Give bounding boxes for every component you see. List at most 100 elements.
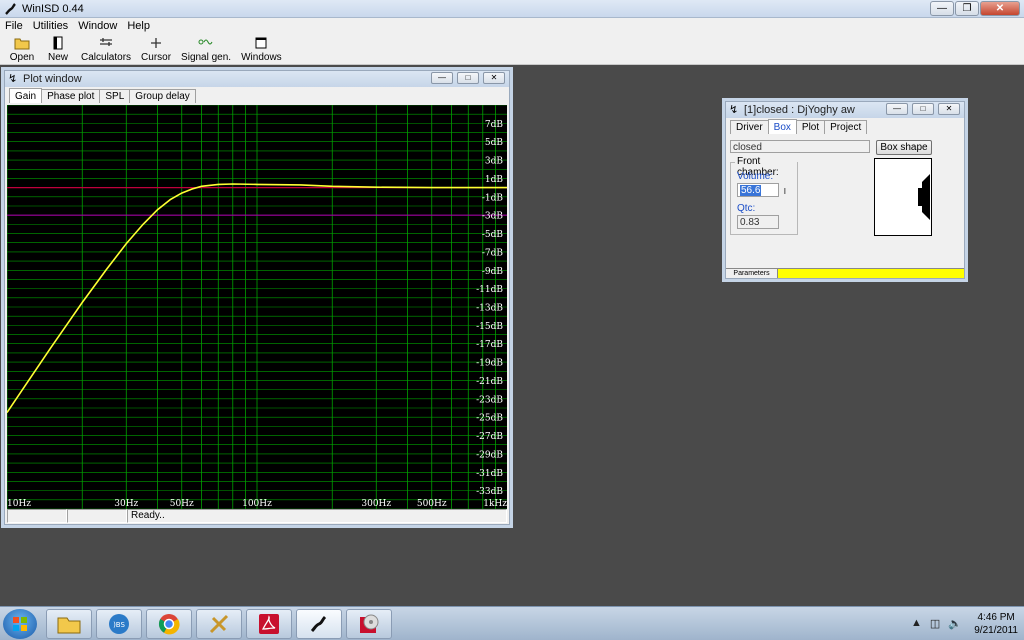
y-tick-label: -21dB xyxy=(476,377,503,387)
tab-driver[interactable]: Driver xyxy=(730,120,769,134)
menu-utilities[interactable]: Utilities xyxy=(28,18,73,34)
menubar: File Utilities Window Help xyxy=(0,18,1024,34)
box-close-button[interactable]: ✕ xyxy=(938,103,960,115)
front-chamber-group: Front chamber: Volume: 56.6 l Qtc: 0.83 xyxy=(730,156,798,235)
box-shape-preview xyxy=(874,158,932,236)
new-button[interactable]: New xyxy=(40,34,76,64)
pdf-icon xyxy=(259,614,279,634)
maximize-button[interactable]: ❐ xyxy=(955,1,979,16)
box-tabs: Driver Box Plot Project xyxy=(726,118,964,134)
y-tick-label: -17dB xyxy=(476,340,503,350)
calculators-button[interactable]: Calculators xyxy=(76,34,136,64)
box-statusbar: Parameters xyxy=(726,268,964,278)
network-icon[interactable]: ◫ xyxy=(930,617,940,630)
plot-statusbar: Ready.. xyxy=(7,509,507,523)
winisd-app-icon xyxy=(310,615,327,633)
y-tick-label: -19dB xyxy=(476,359,503,369)
plot-window-title: Plot window xyxy=(23,73,82,85)
status-text: Ready.. xyxy=(127,509,507,523)
qtc-field[interactable]: 0.83 xyxy=(737,215,779,229)
menu-window[interactable]: Window xyxy=(73,18,122,34)
x-tick-label: 100Hz xyxy=(242,499,272,509)
tab-phase-plot[interactable]: Phase plot xyxy=(41,89,101,103)
tab-plot[interactable]: Plot xyxy=(795,120,826,134)
x-tick-label: 30Hz xyxy=(114,499,138,509)
tray-icons: ▲ ◫ 🔈 xyxy=(911,617,962,630)
start-button[interactable] xyxy=(3,609,37,639)
clock-date: 9/21/2011 xyxy=(974,625,1018,636)
menu-help[interactable]: Help xyxy=(122,18,155,34)
y-tick-label: -29dB xyxy=(476,450,503,460)
tab-gain[interactable]: Gain xyxy=(9,88,43,103)
y-tick-label: -27dB xyxy=(476,432,503,442)
box-window: ↯ [1]closed : DjYoghy aw — □ ✕ Driver Bo… xyxy=(725,101,965,279)
y-tick-label: -5dB xyxy=(482,230,504,240)
volume-unit: l xyxy=(784,187,786,196)
box-window-titlebar[interactable]: ↯ [1]closed : DjYoghy aw — □ ✕ xyxy=(726,102,964,118)
menu-file[interactable]: File xyxy=(0,18,28,34)
taskbar-acrobat[interactable] xyxy=(246,609,292,639)
y-tick-label: -9dB xyxy=(482,267,504,277)
box-type-field[interactable]: closed xyxy=(730,140,870,153)
box-shape-button[interactable]: Box shape xyxy=(876,140,932,155)
tray-clock[interactable]: 4:46 PM 9/21/2011 xyxy=(974,611,1018,637)
taskbar-chrome[interactable] xyxy=(146,609,192,639)
taskbar-app-blue[interactable]: )BS xyxy=(96,609,142,639)
calculator-icon xyxy=(100,38,113,46)
toolbar: Open New Calculators Cursor Signal gen. … xyxy=(0,34,1024,65)
tab-group-delay[interactable]: Group delay xyxy=(129,89,196,103)
show-hidden-icons-icon[interactable]: ▲ xyxy=(911,617,922,630)
y-tick-label: -11dB xyxy=(476,285,503,295)
close-button[interactable]: ✕ xyxy=(980,1,1020,16)
volume-icon[interactable]: 🔈 xyxy=(948,617,962,630)
y-tick-label: -23dB xyxy=(476,395,503,405)
taskbar-winisd[interactable] xyxy=(296,609,342,639)
taskbar-disc-app[interactable] xyxy=(346,609,392,639)
cursor-icon xyxy=(151,38,162,48)
x-tick-label: 500Hz xyxy=(417,499,447,509)
tab-project[interactable]: Project xyxy=(824,120,868,134)
winisd-app-icon xyxy=(5,3,16,15)
plot-minimize-button[interactable]: — xyxy=(431,72,453,84)
media-app-icon: )BS xyxy=(109,614,129,634)
box-maximize-button[interactable]: □ xyxy=(912,103,934,115)
minimize-button[interactable]: — xyxy=(930,1,954,16)
volume-label: Volume: xyxy=(737,171,774,182)
windows-icon xyxy=(255,37,267,49)
x-tick-label: 10Hz xyxy=(7,499,31,509)
volume-input[interactable]: 56.6 xyxy=(737,183,779,197)
y-tick-label: -3dB xyxy=(482,212,504,222)
open-button[interactable]: Open xyxy=(4,34,40,64)
y-tick-label: -31dB xyxy=(476,469,503,479)
tab-box[interactable]: Box xyxy=(767,119,797,134)
plot-tabs: Gain Phase plot SPL Group delay xyxy=(5,87,509,103)
y-tick-label: 1dB xyxy=(485,175,503,185)
taskbar-explorer[interactable] xyxy=(46,609,92,639)
gain-plot[interactable]: 7dB 5dB 3dB 1dB -1dB -3dB -5dB -7dB -9dB -11dB -13… xyxy=(7,105,507,509)
windows-button[interactable]: Windows xyxy=(236,34,287,64)
winisd-window-icon: ↯ xyxy=(8,73,18,85)
cursor-button[interactable]: Cursor xyxy=(136,34,176,64)
status-cell-2 xyxy=(67,509,127,523)
taskbar-tools[interactable] xyxy=(196,609,242,639)
y-tick-label: 3dB xyxy=(485,157,503,167)
y-tick-label: -1dB xyxy=(482,193,504,203)
plot-close-button[interactable]: ✕ xyxy=(483,72,505,84)
y-tick-label: -15dB xyxy=(476,322,503,332)
box-minimize-button[interactable]: — xyxy=(886,103,908,115)
disc-app-icon xyxy=(360,614,379,633)
plot-maximize-button[interactable]: □ xyxy=(457,72,479,84)
status-cell-1 xyxy=(7,509,67,523)
plot-window-titlebar[interactable]: ↯ Plot window — □ ✕ xyxy=(5,71,509,87)
y-tick-label: -7dB xyxy=(482,248,504,258)
box-window-title: [1]closed : DjYoghy aw xyxy=(744,104,855,116)
y-tick-label: -25dB xyxy=(476,414,503,424)
folder-icon xyxy=(14,38,30,50)
signal-gen-button[interactable]: Signal gen. xyxy=(176,34,236,64)
tab-spl[interactable]: SPL xyxy=(99,89,131,103)
app-titlebar: WinISD 0.44 — ❐ ✕ xyxy=(0,0,1024,18)
chrome-icon xyxy=(158,614,180,635)
y-tick-label: 7dB xyxy=(485,120,503,130)
taskbar: )BS ▲ ◫ 🔈 4:46 PM 9/21/2011 xyxy=(0,606,1024,640)
y-tick-label: -33dB xyxy=(476,487,503,497)
